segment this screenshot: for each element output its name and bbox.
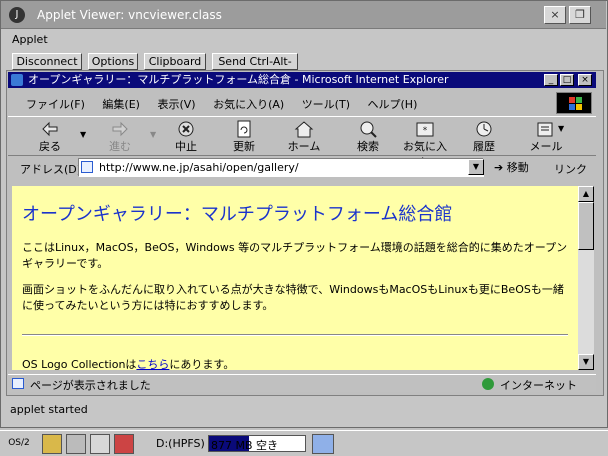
vertical-scrollbar[interactable]: ▲ ▼ <box>578 186 594 370</box>
disconnect-button[interactable]: Disconnect <box>12 53 82 70</box>
free-space-text: 877 MB 空き <box>211 439 279 452</box>
applet-title: Applet Viewer: vncviewer.class <box>37 8 222 22</box>
home-label: ホーム <box>287 140 321 153</box>
refresh-icon <box>237 120 251 138</box>
back-arrow-icon <box>42 121 58 137</box>
back-button[interactable]: 戻る <box>30 120 70 154</box>
drive-label: D:(HPFS) <box>156 437 205 450</box>
search-button[interactable]: 検索 <box>346 120 390 154</box>
go-label: 移動 <box>506 161 529 174</box>
tools-icon[interactable] <box>90 434 110 454</box>
applet-menu[interactable]: Applet <box>12 33 48 46</box>
menu-tools[interactable]: ツール(T) <box>302 98 350 111</box>
page-done-icon <box>12 378 24 389</box>
applet-titlebar[interactable]: J Applet Viewer: vncviewer.class × ❐ <box>1 1 606 29</box>
ie-menubar: ファイル(F) 編集(E) 表示(V) お気に入り(A) ツール(T) ヘルプ(… <box>26 96 431 112</box>
java-icon[interactable]: J <box>9 7 25 23</box>
scroll-down-icon[interactable]: ▼ <box>578 354 594 370</box>
history-icon <box>476 121 492 137</box>
search-icon <box>360 121 377 138</box>
menu-help[interactable]: ヘルプ(H) <box>368 98 418 111</box>
status-text: ページが表示されました <box>30 379 151 392</box>
go-arrow-icon: ➔ <box>494 161 504 174</box>
close-icon[interactable]: × <box>578 74 592 86</box>
refresh-button[interactable]: 更新 <box>224 120 264 154</box>
logo-collection-line: OS Logo Collectionはこちらにあります。 <box>22 356 234 370</box>
refresh-label: 更新 <box>233 140 255 153</box>
intro-paragraph: ここはLinux，MacOS，BeOS，Windows 等のマルチプラットフォー… <box>22 241 568 270</box>
history-button[interactable]: 履歴 <box>464 120 504 154</box>
go-button[interactable]: ➔ 移動 <box>494 159 529 175</box>
svg-text:*: * <box>423 126 428 136</box>
logo-line-prefix: OS Logo Collectionは <box>22 358 137 370</box>
forward-dropdown-icon[interactable]: ▼ <box>150 130 156 139</box>
windows-logo-icon <box>556 92 592 114</box>
back-dropdown-icon[interactable]: ▼ <box>80 130 86 139</box>
scroll-up-icon[interactable]: ▲ <box>578 186 594 202</box>
address-label: アドレス(D) <box>20 163 82 176</box>
os2-taskbar: OS/2 D:(HPFS) 877 MB 空き <box>0 430 608 456</box>
history-label: 履歴 <box>473 140 495 153</box>
forward-label: 進む <box>109 140 131 153</box>
internet-zone-icon <box>482 378 494 390</box>
ie-titlebar[interactable]: オープンギャラリー：マルチプラットフォーム総合倉 - Microsoft Int… <box>8 72 596 88</box>
free-space-box: 877 MB 空き <box>208 435 306 452</box>
monitor-icon[interactable] <box>114 434 134 454</box>
ie-statusbar: ページが表示されました インターネット <box>8 374 596 392</box>
mail-icon <box>537 122 553 137</box>
search-label: 検索 <box>357 140 379 153</box>
clipboard-button[interactable]: Clipboard <box>144 53 206 70</box>
address-url[interactable]: http://www.ne.jp/asahi/open/gallery/ <box>99 161 299 174</box>
stop-button[interactable]: 中止 <box>166 120 206 154</box>
menu-view[interactable]: 表示(V) <box>157 98 195 111</box>
address-dropdown-icon[interactable]: ▼ <box>468 159 484 175</box>
network-icon[interactable] <box>312 434 334 454</box>
logo-collection-link[interactable]: こちら <box>136 358 169 370</box>
printer-icon[interactable] <box>66 434 86 454</box>
options-button[interactable]: Options <box>88 53 138 70</box>
feature-paragraph: 画面ショットをふんだんに取り入れている点が大きな特徴で、WindowsもMacO… <box>22 283 564 312</box>
zone-text: インターネット <box>500 379 577 392</box>
send-ctrl-alt-del-button[interactable]: Send Ctrl-Alt-Del <box>212 53 298 83</box>
maximize-icon[interactable]: □ <box>560 74 574 86</box>
forward-arrow-icon <box>112 121 128 137</box>
home-button[interactable]: ホーム <box>282 120 326 154</box>
applet-status: applet started <box>10 403 88 416</box>
scroll-thumb[interactable] <box>578 202 594 250</box>
stop-icon <box>178 121 194 137</box>
page-heading: オープンギャラリー：マルチプラットフォーム総合館 <box>22 204 453 225</box>
favorites-icon: * <box>416 122 434 137</box>
stop-label: 中止 <box>175 140 197 153</box>
menu-favorites[interactable]: お気に入り(A) <box>213 98 284 111</box>
page-icon <box>81 161 93 173</box>
divider <box>22 334 568 336</box>
forward-button[interactable]: 進む <box>100 120 140 154</box>
lock-icon[interactable] <box>42 434 62 454</box>
mail-dropdown-icon[interactable]: ▼ <box>558 124 564 133</box>
ie-icon <box>11 74 23 86</box>
home-icon <box>294 121 314 138</box>
ie-title-text: オープンギャラリー：マルチプラットフォーム総合倉 - Microsoft Int… <box>28 73 449 86</box>
page-content: オープンギャラリー：マルチプラットフォーム総合館 ここはLinux，MacOS，… <box>12 186 578 370</box>
menu-edit[interactable]: 編集(E) <box>102 98 140 111</box>
links-button[interactable]: リンク <box>554 161 587 177</box>
address-field[interactable]: http://www.ne.jp/asahi/open/gallery/ <box>78 158 484 177</box>
mail-label: メール <box>529 140 563 153</box>
back-label: 戻る <box>39 140 61 153</box>
os2-logo-icon[interactable]: OS/2 <box>2 433 36 453</box>
menu-file[interactable]: ファイル(F) <box>26 98 85 111</box>
close-icon[interactable]: × <box>544 6 566 24</box>
restore-icon[interactable]: ❐ <box>569 6 591 24</box>
minimize-icon[interactable]: _ <box>544 74 558 86</box>
logo-line-suffix: にあります。 <box>169 358 235 370</box>
